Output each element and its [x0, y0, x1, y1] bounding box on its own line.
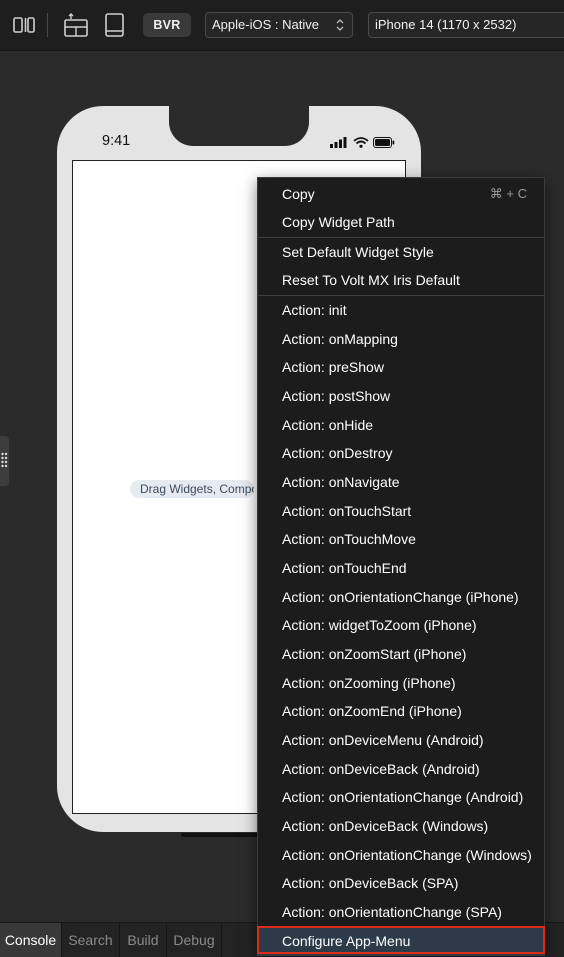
- platform-select[interactable]: Apple-iOS : Native: [205, 12, 353, 38]
- device-select-value: iPhone 14 (1170 x 2532): [375, 17, 517, 32]
- shortcut-label: ⌘ + C: [489, 186, 527, 201]
- bvr-toggle-button[interactable]: BVR: [143, 13, 191, 37]
- drag-handle-icon: [1, 452, 8, 468]
- top-toolbar: BVR Apple-iOS : Native iPhone 14 (1170 x…: [0, 0, 564, 51]
- tab-search[interactable]: Search: [62, 923, 120, 957]
- menu-item-action-ondestroy[interactable]: Action: onDestroy: [258, 439, 544, 467]
- tab-build[interactable]: Build: [120, 923, 167, 957]
- split-view-icon[interactable]: [12, 12, 36, 38]
- menu-item-action-ontouchmove[interactable]: Action: onTouchMove: [258, 525, 544, 553]
- platform-select-value: Apple-iOS : Native: [212, 17, 319, 32]
- device-notch: [169, 106, 309, 146]
- menu-item-action-onzooming-iphone[interactable]: Action: onZooming (iPhone): [258, 669, 544, 697]
- menu-item-action-ontouchend[interactable]: Action: onTouchEnd: [258, 554, 544, 582]
- drag-widgets-hint: Drag Widgets, Components: [130, 480, 254, 498]
- panel-resize-handle[interactable]: [0, 436, 9, 486]
- menu-item-action-onhide[interactable]: Action: onHide: [258, 411, 544, 439]
- tab-debug[interactable]: Debug: [167, 923, 222, 957]
- menu-item-action-preshow[interactable]: Action: preShow: [258, 353, 544, 381]
- menu-item-copy-widget-path[interactable]: Copy Widget Path: [258, 208, 544, 236]
- menu-item-action-onorientationchange-spa[interactable]: Action: onOrientationChange (SPA): [258, 898, 544, 926]
- menu-item-action-onorientationchange-android[interactable]: Action: onOrientationChange (Android): [258, 783, 544, 811]
- menu-item-reset-to-default[interactable]: Reset To Volt MX Iris Default: [258, 266, 544, 294]
- layout-export-icon[interactable]: [62, 12, 90, 38]
- menu-item-action-ontouchstart[interactable]: Action: onTouchStart: [258, 497, 544, 525]
- menu-item-action-init[interactable]: Action: init: [258, 296, 544, 324]
- status-icons: [330, 135, 395, 153]
- menu-item-action-onmapping[interactable]: Action: onMapping: [258, 325, 544, 353]
- wifi-icon: [352, 137, 369, 148]
- menu-item-label: Copy: [282, 186, 315, 202]
- menu-item-copy[interactable]: Copy ⌘ + C: [258, 180, 544, 208]
- menu-item-configure-app-menu[interactable]: Configure App-Menu: [258, 927, 544, 955]
- battery-icon: [373, 137, 395, 148]
- menu-item-action-onorientationchange-iphone[interactable]: Action: onOrientationChange (iPhone): [258, 583, 544, 611]
- device-select[interactable]: iPhone 14 (1170 x 2532): [368, 12, 564, 38]
- menu-item-action-ondeviceback-spa[interactable]: Action: onDeviceBack (SPA): [258, 869, 544, 897]
- menu-item-action-onnavigate[interactable]: Action: onNavigate: [258, 468, 544, 496]
- chevron-updown-icon: [336, 19, 344, 31]
- tab-console[interactable]: Console: [0, 923, 62, 957]
- menu-item-set-default-widget-style[interactable]: Set Default Widget Style: [258, 238, 544, 266]
- menu-item-action-widgettozoom-iphone[interactable]: Action: widgetToZoom (iPhone): [258, 611, 544, 639]
- menu-item-action-ondevicemenu-android[interactable]: Action: onDeviceMenu (Android): [258, 726, 544, 754]
- menu-item-action-onzoomend-iphone[interactable]: Action: onZoomEnd (iPhone): [258, 697, 544, 725]
- context-menu: Copy ⌘ + C Copy Widget Path Set Default …: [257, 177, 545, 956]
- status-time: 9:41: [102, 133, 131, 149]
- device-icon[interactable]: [104, 12, 126, 38]
- menu-item-action-ondeviceback-windows[interactable]: Action: onDeviceBack (Windows): [258, 812, 544, 840]
- signal-icon: [330, 137, 347, 148]
- toolbar-divider: [47, 13, 48, 37]
- menu-item-action-postshow[interactable]: Action: postShow: [258, 382, 544, 410]
- menu-item-action-onorientationchange-windows[interactable]: Action: onOrientationChange (Windows): [258, 841, 544, 869]
- menu-item-action-onzoomstart-iphone[interactable]: Action: onZoomStart (iPhone): [258, 640, 544, 668]
- menu-item-action-ondeviceback-android[interactable]: Action: onDeviceBack (Android): [258, 755, 544, 783]
